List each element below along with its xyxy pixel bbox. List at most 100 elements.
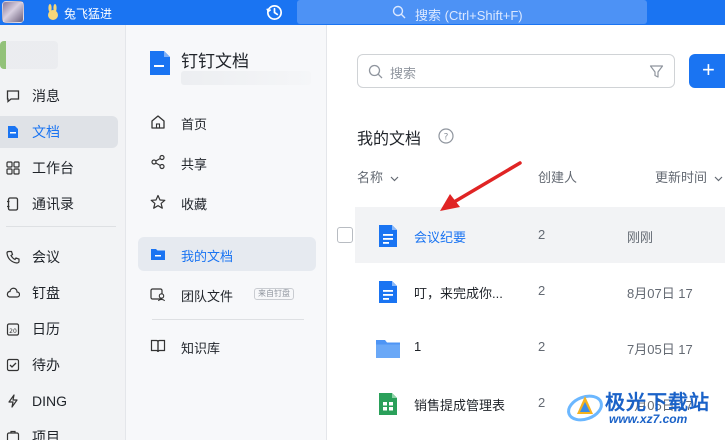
username: 兔飞猛进 <box>64 7 113 21</box>
column-header-label: 创建人 <box>538 170 578 185</box>
section-title: 我的文档 <box>357 131 422 148</box>
docs-app-title: 钉钉文档 <box>181 52 249 71</box>
nav-item-label: 通讯录 <box>32 196 74 212</box>
docs-nav-divider <box>152 319 304 320</box>
column-header-name[interactable]: 名称 <box>357 167 399 186</box>
file-creator: 2 <box>538 227 546 242</box>
docs-nav-label: 我的文档 <box>181 249 234 264</box>
file-creator: 2 <box>538 283 546 298</box>
nav-item-label: 消息 <box>32 88 60 104</box>
nav-item-project[interactable]: 项目 <box>0 421 118 440</box>
column-header-label: 更新时间 <box>655 170 708 185</box>
table-row[interactable]: 销售提成管理表 2 7月05日 17 <box>355 375 725 431</box>
lightning-icon <box>8 394 18 408</box>
docs-sidebar: 钉钉文档 首页 共享 收藏 我的文档 团队文件 来自钉盘 知识库 <box>126 25 327 440</box>
docs-nav-home[interactable]: 首页 <box>138 105 316 139</box>
table-row[interactable]: 会议纪要 2 刚刚 <box>337 207 725 263</box>
main-content: 搜索 + 我的文档 ? 名称 创建人 更新时间 会议纪要 2 刚刚 叮，来完成你… <box>327 25 725 440</box>
column-header-updated[interactable]: 更新时间 <box>655 167 723 186</box>
todo-icon <box>6 358 20 372</box>
new-doc-button[interactable]: + <box>689 54 725 88</box>
file-updated: 刚刚 <box>627 230 654 245</box>
column-header-label: 名称 <box>357 170 384 185</box>
doc-icon <box>8 126 18 138</box>
nav-item-contacts[interactable]: 通讯录 <box>0 188 118 220</box>
search-icon <box>392 5 406 19</box>
column-header-creator: 创建人 <box>538 167 577 186</box>
team-icon <box>150 288 166 302</box>
doc-file-icon <box>379 225 397 247</box>
docs-nav-shared[interactable]: 共享 <box>138 145 316 179</box>
nav-item-calendar[interactable]: 20 日历 <box>0 313 118 345</box>
org-avatar[interactable] <box>0 41 58 69</box>
nav-item-label: 项目 <box>32 429 60 440</box>
book-icon <box>150 339 166 353</box>
calendar-icon: 20 <box>6 323 20 336</box>
docs-nav-label: 知识库 <box>181 341 221 356</box>
message-icon <box>6 90 20 103</box>
doc-file-icon <box>379 281 397 303</box>
blurred-subtitle <box>181 71 311 85</box>
nav-item-label: 文档 <box>32 124 60 140</box>
project-icon <box>6 430 20 440</box>
dingtalk-docs-logo <box>150 51 170 75</box>
file-name: 1 <box>414 339 422 354</box>
star-icon <box>150 194 166 209</box>
nav-item-label: 待办 <box>32 357 60 373</box>
share-icon <box>151 154 165 170</box>
file-updated: 7月05日 17 <box>627 342 693 357</box>
svg-text:?: ? <box>444 133 449 143</box>
grid-icon <box>6 161 20 175</box>
docs-nav-knowledge-base[interactable]: 知识库 <box>138 329 316 363</box>
nav-item-drive[interactable]: 钉盘 <box>0 277 118 309</box>
docs-nav-team-files[interactable]: 团队文件 来自钉盘 <box>138 277 316 311</box>
file-name: 会议纪要 <box>414 230 467 245</box>
file-updated: 8月07日 17 <box>627 286 693 301</box>
nav-item-label: DING <box>32 393 67 409</box>
cloud-icon <box>6 287 20 298</box>
help-icon[interactable]: ? <box>438 128 454 144</box>
global-search-placeholder: 搜索 (Ctrl+Shift+F) <box>415 8 523 23</box>
nav-item-workbench[interactable]: 工作台 <box>0 152 118 184</box>
nav-item-ding[interactable]: DING <box>0 385 118 417</box>
user-avatar[interactable] <box>2 1 24 23</box>
nav-divider <box>6 226 116 227</box>
row-checkbox[interactable] <box>337 227 353 243</box>
source-badge: 来自钉盘 <box>254 288 294 300</box>
filter-icon[interactable] <box>649 64 664 79</box>
search-icon <box>368 64 383 79</box>
docs-nav-label: 团队文件 <box>181 289 234 304</box>
docs-nav-my-docs[interactable]: 我的文档 <box>138 237 316 271</box>
doc-search-input[interactable]: 搜索 <box>357 54 675 88</box>
docs-nav-label: 首页 <box>181 117 208 132</box>
home-icon <box>151 115 165 129</box>
nav-item-messages[interactable]: 消息 <box>0 80 118 112</box>
nav-item-label: 会议 <box>32 249 60 265</box>
folder-icon <box>151 249 165 260</box>
global-search-bar[interactable]: 搜索 (Ctrl+Shift+F) <box>297 0 647 24</box>
rabbit-icon <box>48 4 58 20</box>
chevron-down-icon <box>390 176 399 182</box>
file-name: 销售提成管理表 <box>414 398 506 413</box>
nav-item-meeting[interactable]: 会议 <box>0 241 118 273</box>
table-row[interactable]: 叮，来完成你... 2 8月07日 17 <box>355 263 725 319</box>
title-bar: 兔飞猛进 搜索 (Ctrl+Shift+F) <box>0 0 725 25</box>
nav-item-docs[interactable]: 文档 <box>0 116 118 148</box>
file-creator: 2 <box>538 395 546 410</box>
file-name: 叮，来完成你... <box>414 286 503 301</box>
docs-nav-label: 共享 <box>181 157 208 172</box>
nav-item-todo[interactable]: 待办 <box>0 349 118 381</box>
history-icon[interactable] <box>265 3 284 22</box>
left-navigation: 消息 文档 工作台 通讯录 会议 钉盘 20 日历 待办 DING 项目 <box>0 25 126 440</box>
nav-item-label: 日历 <box>32 321 60 337</box>
file-updated: 7月05日 17 <box>627 398 693 413</box>
docs-nav-favorites[interactable]: 收藏 <box>138 185 316 219</box>
chevron-down-icon <box>714 176 723 182</box>
nav-item-label: 工作台 <box>32 160 74 176</box>
contacts-icon <box>7 197 19 211</box>
svg-text:20: 20 <box>9 328 17 335</box>
phone-icon <box>6 250 20 264</box>
table-row[interactable]: 1 2 7月05日 17 <box>355 319 725 375</box>
folder-icon <box>376 340 400 358</box>
docs-nav-label: 收藏 <box>181 197 208 212</box>
